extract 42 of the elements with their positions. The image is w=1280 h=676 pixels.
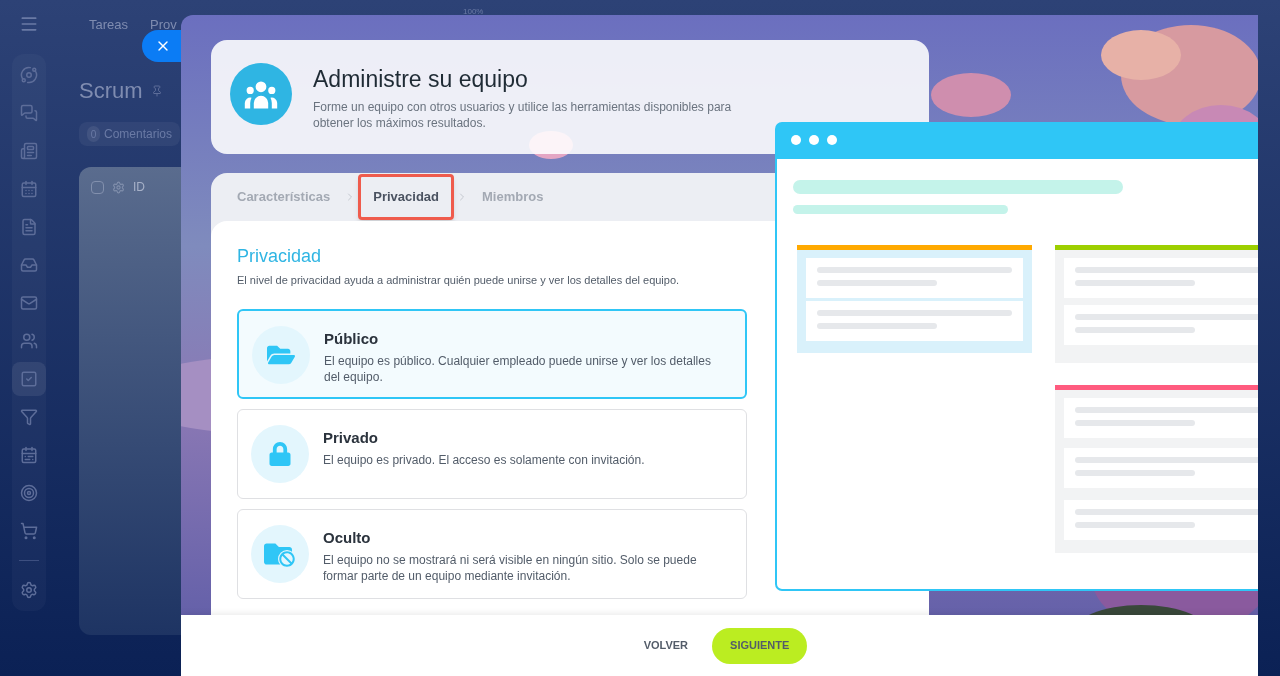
menu-icon[interactable]	[19, 14, 39, 34]
newspaper-icon	[20, 142, 38, 160]
option-title: Privado	[323, 427, 380, 448]
next-button[interactable]: SIGUIENTE	[712, 627, 808, 664]
option-description: El equipo no se mostrará ni será visible en ningún sitio. Solo se puede formar parte de un equipo mediante invitación.	[323, 552, 698, 584]
document-icon	[20, 218, 38, 236]
privacy-option[interactable]: Público El equipo es público. Cualquier empleado puede unirse y ver los detalles del equipo.	[237, 308, 747, 399]
cart-icon	[20, 522, 38, 540]
nav-tab[interactable]: Prov	[150, 17, 177, 32]
checkbox[interactable]	[91, 180, 104, 194]
tray-icon	[20, 256, 38, 274]
section-title: Privacidad	[237, 245, 323, 267]
option-title: Oculto	[323, 527, 372, 548]
chat-icon	[20, 104, 38, 122]
filter-icon	[20, 408, 38, 426]
orbit-icon	[20, 66, 38, 84]
calendar-icon	[20, 180, 38, 198]
section-description: El nivel de privacidad ayuda a administrar quién puede unirse y ver los detalles del equipo.	[237, 273, 681, 288]
comments-label: Comentarios	[103, 126, 172, 143]
sidebar-item[interactable]	[12, 362, 46, 396]
nav-tab[interactable]: Tareas	[89, 17, 129, 32]
close-button[interactable]	[142, 30, 181, 62]
option-description: El equipo es público. Cualquier empleado puede unirse y ver los detalles del equipo.	[324, 353, 712, 385]
target-icon	[20, 484, 38, 502]
modal-description: Forme un equipo con otros usuarios y utilice las herramientas disponibles para obtener los máximos resultados.	[313, 99, 733, 131]
back-button[interactable]: VOLVER	[631, 627, 701, 664]
column-header: ID	[133, 179, 145, 196]
modal-title: Administre su equipo	[313, 65, 529, 94]
lock-icon	[268, 441, 292, 466]
privacy-option[interactable]: Oculto El equipo no se mostrará ni será visible en ningún sitio. Solo se puede formar parte de un equipo mediante invitación.	[237, 508, 747, 599]
step-tab[interactable]: Privacidad	[358, 174, 454, 220]
privacy-option[interactable]: Privado El equipo es privado. El acceso es solamente con invitación.	[237, 408, 747, 499]
pin-icon	[150, 84, 163, 97]
mail-icon	[20, 294, 38, 312]
checkbox-icon	[20, 370, 38, 388]
settings-icon	[20, 581, 38, 599]
settings-icon[interactable]	[112, 180, 125, 194]
page-title: Scrum	[79, 77, 143, 105]
option-title: Público	[324, 328, 380, 349]
option-description: El equipo es privado. El acceso es solamente con invitación.	[323, 452, 646, 468]
calendar-icon	[20, 446, 38, 464]
users-icon	[20, 332, 38, 350]
